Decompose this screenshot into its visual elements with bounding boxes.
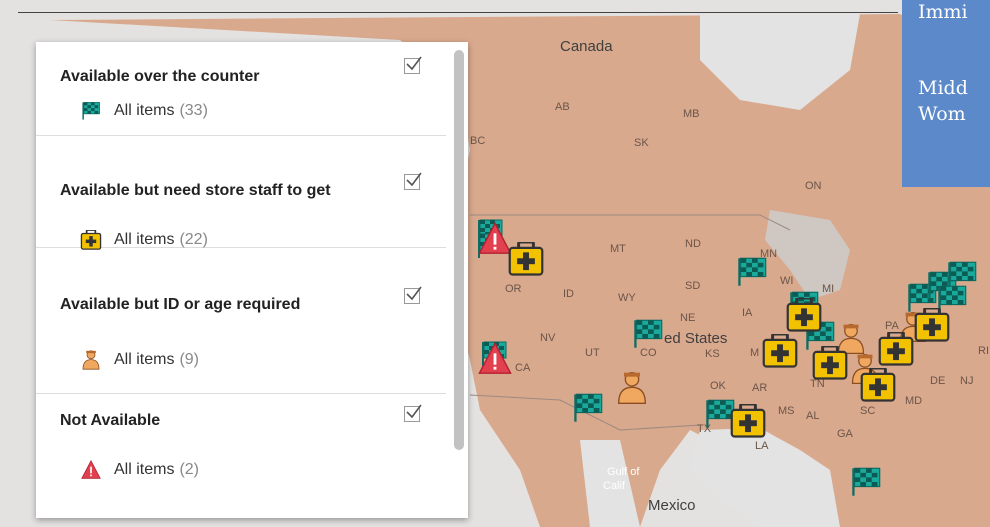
notes-box: Immi Midd Wom <box>902 0 990 187</box>
legend-group-id-required: Available but ID or age required All ite… <box>36 248 446 394</box>
legend-item-count: (2) <box>179 461 200 478</box>
label-nd: ND <box>685 238 701 250</box>
legend-group-title: Available over the counter <box>60 68 260 85</box>
label-ca: CA <box>515 362 531 374</box>
label-gulf-of: Gulf of <box>607 466 640 478</box>
label-mexico: Mexico <box>648 497 696 514</box>
legend-group-over-the-counter: Available over the counter All items (33… <box>36 42 446 136</box>
legend-item-count: (22) <box>179 231 208 248</box>
legend-checkbox[interactable] <box>404 56 422 74</box>
label-sd: SD <box>685 280 701 292</box>
label-ab: AB <box>555 101 570 113</box>
orange-clerk-icon <box>82 350 100 370</box>
legend-group-not-available: Not Available All items (2) <box>36 394 446 518</box>
label-mt: MT <box>610 243 626 255</box>
label-calif: Calif <box>603 480 626 492</box>
label-id: ID <box>563 288 574 300</box>
legend-checkbox[interactable] <box>404 404 422 422</box>
label-ms: MS <box>778 405 795 417</box>
label-wi: WI <box>780 275 794 287</box>
green-flag-icon <box>82 102 100 120</box>
green-flag-icon[interactable] <box>736 256 768 288</box>
label-pa: PA <box>885 320 899 332</box>
label-united-states: ed States <box>664 330 728 347</box>
label-ri: RI <box>978 345 989 357</box>
label-wy: WY <box>618 292 636 304</box>
green-flag-icon[interactable] <box>632 318 664 350</box>
label-sk: SK <box>634 137 649 149</box>
label-ok: OK <box>710 380 726 392</box>
label-md: MD <box>905 395 923 407</box>
label-bc: BC <box>470 135 486 147</box>
legend-item-label: All items <box>114 461 175 478</box>
yellow-medkit-icon[interactable] <box>878 332 914 366</box>
legend-group-title: Available but need store staff to get <box>60 182 331 199</box>
red-warning-icon[interactable] <box>478 342 512 376</box>
label-canada: Canada <box>560 38 613 55</box>
legend-item-count: (33) <box>179 102 208 119</box>
orange-clerk-icon[interactable] <box>616 370 648 406</box>
green-flag-icon[interactable] <box>850 466 882 498</box>
label-or: OR <box>505 283 522 295</box>
top-rule <box>18 12 898 13</box>
label-mi: MI <box>822 283 835 295</box>
legend-item-row[interactable]: All items (22) <box>80 230 208 250</box>
yellow-medkit-icon[interactable] <box>762 334 798 368</box>
legend-group-title: Available but ID or age required <box>60 296 301 313</box>
legend-item-count: (9) <box>179 351 200 368</box>
label-nj: NJ <box>960 375 974 387</box>
label-ar: AR <box>752 382 768 394</box>
label-sc: SC <box>860 405 876 417</box>
legend-checkbox[interactable] <box>404 172 422 190</box>
label-ut: UT <box>585 347 600 359</box>
label-ga: GA <box>837 428 853 440</box>
legend-panel: Available over the counter All items (33… <box>36 42 468 518</box>
legend-checkbox[interactable] <box>404 286 422 304</box>
label-nv: NV <box>540 332 556 344</box>
legend-item-row[interactable]: All items (9) <box>80 350 199 370</box>
label-on: ON <box>805 180 822 192</box>
legend-item-label: All items <box>114 351 175 368</box>
legend-item-label: All items <box>114 102 175 119</box>
label-m: M <box>750 347 760 359</box>
red-warning-icon[interactable] <box>478 222 512 256</box>
yellow-medkit-icon[interactable] <box>860 368 896 402</box>
legend-item-row[interactable]: All items (33) <box>80 101 208 121</box>
label-mb: MB <box>683 108 700 120</box>
green-flag-icon[interactable] <box>572 392 604 424</box>
notes-line: Immi <box>918 1 968 23</box>
yellow-medkit-icon[interactable] <box>508 242 544 276</box>
label-de: DE <box>930 375 946 387</box>
legend-item-label: All items <box>114 231 175 248</box>
yellow-medkit-icon <box>80 230 102 250</box>
red-warning-icon <box>81 460 101 479</box>
label-ks: KS <box>705 348 720 360</box>
notes-line: Midd <box>918 77 968 99</box>
legend-group-title: Not Available <box>60 412 161 429</box>
legend-scrollbar[interactable] <box>454 50 464 450</box>
label-ne: NE <box>680 312 696 324</box>
label-al: AL <box>806 410 820 422</box>
label-ia: IA <box>742 307 753 319</box>
yellow-medkit-icon[interactable] <box>914 308 950 342</box>
yellow-medkit-icon[interactable] <box>812 346 848 380</box>
notes-line: Wom <box>918 103 966 125</box>
legend-item-row[interactable]: All items (2) <box>80 460 199 480</box>
legend-group-staff-required: Available but need store staff to get Al… <box>36 136 446 250</box>
yellow-medkit-icon[interactable] <box>730 404 766 438</box>
label-la: LA <box>755 440 769 452</box>
yellow-medkit-icon[interactable] <box>786 298 822 332</box>
